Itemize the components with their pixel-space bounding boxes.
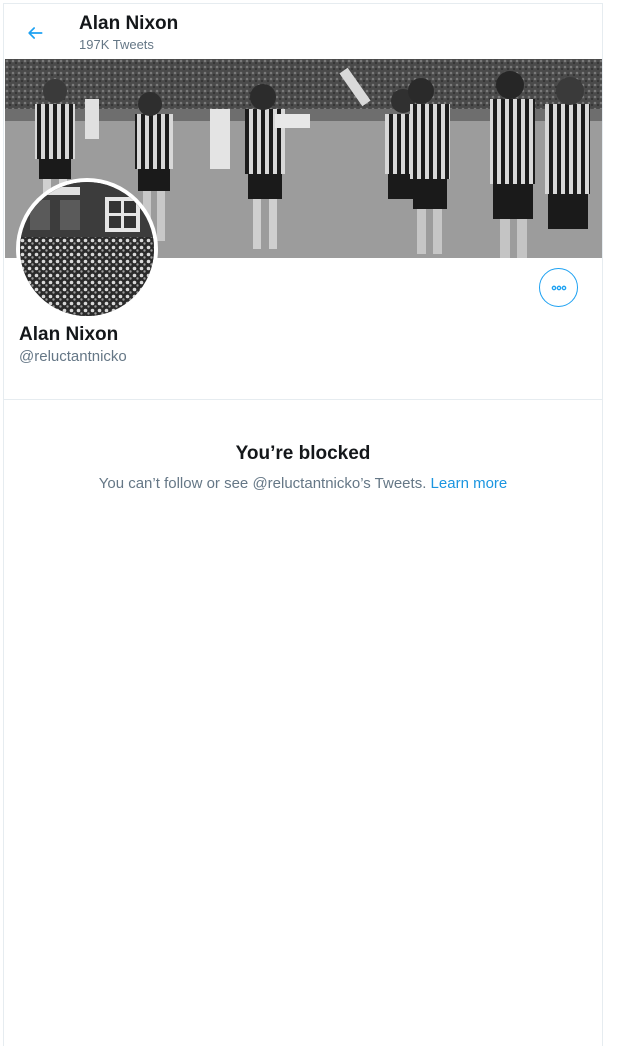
blocked-message: You can’t follow or see @reluctantnicko’… [98, 475, 427, 492]
more-horizontal-icon [551, 285, 566, 290]
avatar-photo [20, 182, 154, 316]
tweet-count: 197K Tweets [79, 37, 154, 52]
profile-avatar[interactable] [16, 178, 158, 320]
profile-column: Alan Nixon 197K Tweets Alan Nixon @reluc… [3, 3, 603, 1046]
arrow-left-icon [28, 27, 43, 39]
right-gutter [603, 3, 628, 1046]
learn-more-link[interactable]: Learn more [431, 475, 508, 492]
header-title: Alan Nixon [79, 13, 179, 34]
section-divider [4, 399, 602, 400]
blocked-title: You’re blocked [235, 443, 371, 464]
profile-name: Alan Nixon [19, 324, 119, 345]
blocked-message-line: You can’t follow or see @reluctantnicko’… [4, 474, 602, 494]
top-bar: Alan Nixon 197K Tweets [4, 4, 602, 58]
profile-handle: @reluctantnicko [19, 348, 127, 365]
more-options-button[interactable] [539, 268, 578, 307]
back-button[interactable] [18, 16, 52, 50]
